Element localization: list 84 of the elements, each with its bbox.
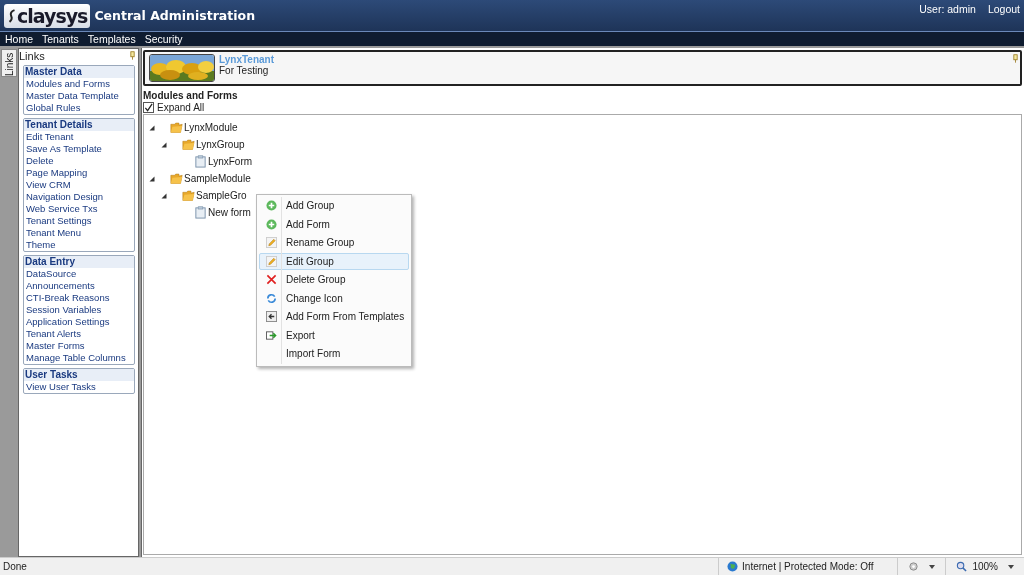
sidebar-link[interactable]: Save As Template	[24, 143, 134, 155]
sidebar-link[interactable]: Global Rules	[24, 102, 134, 114]
refresh-icon	[265, 292, 277, 304]
group-title: Master Data	[24, 66, 134, 78]
pin-icon[interactable]	[1013, 54, 1018, 63]
plus-icon	[265, 218, 277, 230]
logo: claysys	[4, 3, 91, 28]
expander-icon[interactable]	[149, 175, 155, 182]
app-title: Central Administration	[94, 8, 256, 23]
user-label: User: admin	[919, 2, 976, 15]
menu-item[interactable]: Add Form	[259, 215, 409, 233]
checkbox[interactable]	[143, 102, 154, 113]
sidebar-link[interactable]: Master Data Template	[24, 90, 134, 102]
sidebar-link[interactable]: Session Variables	[24, 304, 134, 316]
sidebar-link[interactable]: Master Forms	[24, 340, 134, 352]
tenant-name: LynxTenant	[219, 54, 274, 65]
pin-icon[interactable]	[130, 51, 135, 60]
menu-item[interactable]: Edit Group	[259, 252, 409, 270]
globe-icon	[727, 561, 739, 572]
sidebar-link[interactable]: Tenant Alerts	[24, 328, 134, 340]
form-icon	[194, 155, 207, 168]
delete-icon	[265, 274, 277, 285]
group-title: Tenant Details	[24, 119, 134, 131]
sidebar-link[interactable]: View User Tasks	[24, 381, 134, 393]
menu-item[interactable]: Add Form From Templates	[259, 308, 409, 325]
expander-icon[interactable]	[161, 192, 167, 199]
sidebar-link[interactable]: Manage Table Columns	[24, 352, 134, 364]
tree-node[interactable]: LynxModule	[184, 122, 238, 133]
import-icon	[265, 311, 277, 322]
caret-icon[interactable]	[929, 564, 936, 569]
sidebar-link[interactable]: Tenant Menu	[24, 227, 134, 239]
form-icon	[194, 206, 207, 219]
sidebar-link[interactable]: Web Service Txs	[24, 203, 134, 215]
pencil-icon	[265, 255, 277, 267]
tree-node[interactable]: SampleGro	[196, 190, 247, 201]
tree-node[interactable]: New form	[208, 207, 251, 218]
sidebar-link[interactable]: Delete	[24, 155, 134, 167]
side-tab[interactable]: Links	[1, 49, 17, 77]
menu-item[interactable]: Export	[259, 326, 409, 344]
folder-icon	[170, 121, 183, 134]
zone-text: Internet | Protected Mode: Off	[742, 561, 874, 572]
folder-icon	[182, 189, 195, 202]
sidebar-link[interactable]: Tenant Settings	[24, 215, 134, 227]
menu-item[interactable]: Rename Group	[259, 234, 409, 251]
sidebar-link[interactable]: Page Mapping	[24, 167, 134, 179]
sidebar-link[interactable]: Edit Tenant	[24, 131, 134, 143]
menu-item[interactable]: Change Icon	[259, 289, 409, 307]
menu-item[interactable]: Add Group	[259, 197, 409, 214]
sidebar-link[interactable]: Navigation Design	[24, 191, 134, 203]
sidebar-link[interactable]: Modules and Forms	[24, 78, 134, 90]
pencil-icon	[265, 237, 277, 248]
expander-icon[interactable]	[149, 124, 155, 131]
sidebar-link[interactable]: Announcements	[24, 280, 134, 292]
nav-link[interactable]: Tenants	[42, 33, 79, 45]
status-text: Done	[3, 561, 27, 572]
checkbox-label: Expand All	[157, 102, 205, 113]
zoom-level[interactable]: 100%	[972, 561, 998, 572]
logout-link[interactable]: Logout	[987, 2, 1020, 15]
group-title: Data Entry	[24, 256, 134, 268]
sidebar-title: Links	[19, 49, 45, 62]
sidebar-link[interactable]: View CRM	[24, 179, 134, 191]
menu-item[interactable]: Import Form	[259, 345, 409, 362]
zoom-icon[interactable]	[956, 561, 968, 572]
menu-item[interactable]: Delete Group	[259, 271, 409, 288]
nav-link[interactable]: Home	[5, 33, 33, 45]
tree-node[interactable]: LynxGroup	[196, 139, 245, 150]
caret-icon[interactable]	[1008, 564, 1014, 569]
folder-icon	[182, 138, 195, 151]
plus-icon	[265, 200, 277, 211]
sidebar-link[interactable]: Application Settings	[24, 316, 134, 328]
tree-node[interactable]: LynxForm	[208, 156, 253, 167]
section-title: Modules and Forms	[143, 90, 239, 101]
tree-node[interactable]: SampleModule	[184, 173, 251, 184]
export-icon	[265, 329, 277, 341]
tenant-description: For Testing	[219, 65, 269, 76]
group-title: User Tasks	[24, 369, 134, 381]
nav-link[interactable]: Security	[144, 33, 183, 45]
sidebar-link[interactable]: DataSource	[24, 268, 134, 280]
sidebar-link[interactable]: CTI-Break Reasons	[24, 292, 134, 304]
expander-icon[interactable]	[161, 141, 167, 148]
folder-icon	[170, 172, 183, 185]
nav-link[interactable]: Templates	[87, 33, 136, 45]
settings-icon[interactable]	[908, 561, 920, 572]
sidebar-link[interactable]: Theme	[24, 239, 134, 251]
